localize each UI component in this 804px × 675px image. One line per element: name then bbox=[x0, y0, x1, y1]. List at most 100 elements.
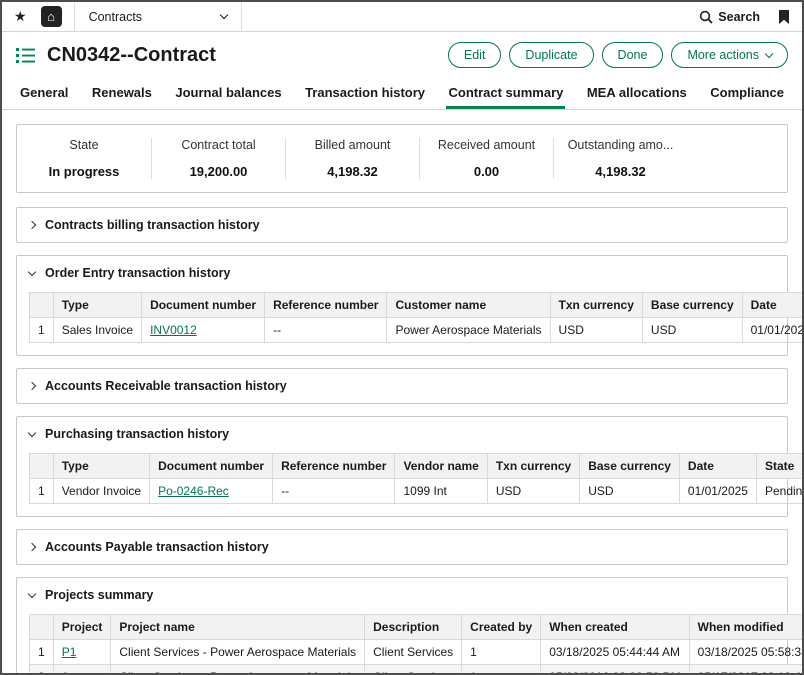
column-header[interactable] bbox=[30, 454, 54, 479]
record-link[interactable]: P1 bbox=[62, 645, 77, 659]
table-cell: 01/01/2025 bbox=[679, 479, 756, 504]
summary-label: Billed amount bbox=[292, 138, 413, 152]
summary-value: In progress bbox=[23, 164, 145, 179]
duplicate-button[interactable]: Duplicate bbox=[509, 42, 593, 68]
table-row: 1Vendor InvoicePo-0246-Rec--1099 IntUSDU… bbox=[30, 479, 803, 504]
module-selector[interactable]: Contracts bbox=[74, 2, 242, 32]
column-header[interactable]: Project bbox=[53, 615, 111, 640]
tab-journal-balances[interactable]: Journal balances bbox=[173, 76, 283, 109]
column-header[interactable]: Reference number bbox=[265, 293, 387, 318]
chevron-down-icon bbox=[765, 49, 773, 57]
table-cell: 05/17/2017 03:18:43 AM bbox=[689, 665, 802, 673]
chevron-down-icon bbox=[219, 11, 227, 19]
section-toggle-projects-summary[interactable]: Projects summary bbox=[17, 578, 787, 612]
summary-value: 4,198.32 bbox=[560, 164, 681, 179]
section-toggle-order-entry[interactable]: Order Entry transaction history bbox=[17, 256, 787, 290]
more-actions-button[interactable]: More actions bbox=[671, 42, 788, 68]
column-header[interactable]: When created bbox=[541, 615, 689, 640]
table-cell: 8 bbox=[53, 665, 111, 673]
purchasing-table: TypeDocument numberReference numberVendo… bbox=[17, 451, 787, 516]
chevron-down-icon bbox=[28, 429, 36, 437]
column-header[interactable] bbox=[30, 293, 54, 318]
column-header[interactable]: Date bbox=[742, 293, 802, 318]
column-header[interactable]: Type bbox=[53, 293, 141, 318]
column-header[interactable]: Reference number bbox=[273, 454, 395, 479]
table-row: 28Client Services - Power Aerospace Mate… bbox=[30, 665, 803, 673]
tab-compliance[interactable]: Compliance bbox=[708, 76, 786, 109]
column-header[interactable]: Vendor name bbox=[395, 454, 487, 479]
data-table: TypeDocument numberReference numberVendo… bbox=[29, 453, 802, 504]
table-cell: USD bbox=[487, 479, 579, 504]
column-header[interactable]: Date bbox=[679, 454, 756, 479]
table-cell: -- bbox=[273, 479, 395, 504]
tab-mea-allocations[interactable]: MEA allocations bbox=[585, 76, 689, 109]
table-cell: 1099 Int bbox=[395, 479, 487, 504]
column-header[interactable]: When modified bbox=[689, 615, 802, 640]
edit-button[interactable]: Edit bbox=[448, 42, 502, 68]
column-header[interactable]: Document number bbox=[150, 454, 273, 479]
section-toggle-purchasing[interactable]: Purchasing transaction history bbox=[17, 417, 787, 451]
summary-state: State In progress bbox=[17, 138, 151, 179]
record-link[interactable]: INV0012 bbox=[150, 323, 197, 337]
column-header[interactable]: Txn currency bbox=[487, 454, 579, 479]
section-title: Projects summary bbox=[45, 588, 153, 602]
table-cell: 1 bbox=[462, 640, 541, 665]
column-header[interactable] bbox=[30, 615, 54, 640]
tab-transaction-history[interactable]: Transaction history bbox=[303, 76, 427, 109]
column-header[interactable]: Base currency bbox=[580, 454, 680, 479]
chevron-right-icon bbox=[28, 382, 36, 390]
table-cell: Vendor Invoice bbox=[53, 479, 149, 504]
tab-bar: General Renewals Journal balances Transa… bbox=[2, 76, 802, 110]
bookmark-icon[interactable] bbox=[778, 9, 790, 25]
record-link[interactable]: Po-0246-Rec bbox=[158, 484, 229, 498]
column-header[interactable]: Project name bbox=[111, 615, 365, 640]
column-header[interactable]: Base currency bbox=[642, 293, 742, 318]
order-entry-table: TypeDocument numberReference numberCusto… bbox=[17, 290, 787, 355]
summary-contract-total: Contract total 19,200.00 bbox=[151, 138, 285, 179]
table-cell: -- bbox=[265, 318, 387, 343]
column-header[interactable]: Txn currency bbox=[550, 293, 642, 318]
table-cell: Sales Invoice bbox=[53, 318, 141, 343]
column-header[interactable]: Type bbox=[53, 454, 149, 479]
done-button[interactable]: Done bbox=[602, 42, 664, 68]
record-header: CN0342--Contract Edit Duplicate Done Mor… bbox=[2, 32, 802, 76]
app-window: ★ ⌂ Contracts Search bbox=[0, 0, 804, 675]
table-cell: 1 bbox=[30, 318, 54, 343]
tab-renewals[interactable]: Renewals bbox=[90, 76, 154, 109]
section-contracts-billing: Contracts billing transaction history bbox=[16, 207, 788, 243]
edit-button-label: Edit bbox=[464, 47, 486, 63]
table-cell: USD bbox=[642, 318, 742, 343]
list-icon[interactable] bbox=[16, 47, 35, 64]
column-header[interactable]: Created by bbox=[462, 615, 541, 640]
tab-contract-summary[interactable]: Contract summary bbox=[446, 76, 565, 109]
table-cell: 03/18/2025 05:44:44 AM bbox=[541, 640, 689, 665]
column-header[interactable]: Customer name bbox=[387, 293, 550, 318]
more-actions-label: More actions bbox=[687, 47, 759, 63]
data-table: ProjectProject nameDescriptionCreated by… bbox=[29, 614, 802, 673]
record-link[interactable]: 8 bbox=[62, 670, 69, 673]
summary-value: 4,198.32 bbox=[292, 164, 413, 179]
section-toggle-accounts-payable[interactable]: Accounts Payable transaction history bbox=[17, 530, 787, 564]
section-toggle-accounts-receivable[interactable]: Accounts Receivable transaction history bbox=[17, 369, 787, 403]
data-table: TypeDocument numberReference numberCusto… bbox=[29, 292, 802, 343]
search-icon bbox=[699, 10, 713, 24]
column-header[interactable]: Document number bbox=[142, 293, 265, 318]
section-toggle-contracts-billing[interactable]: Contracts billing transaction history bbox=[17, 208, 787, 242]
search-button[interactable]: Search bbox=[699, 10, 760, 24]
search-label: Search bbox=[718, 10, 760, 24]
chevron-right-icon bbox=[28, 221, 36, 229]
tab-general[interactable]: General bbox=[18, 76, 70, 109]
column-header[interactable]: Description bbox=[365, 615, 462, 640]
column-header[interactable]: State bbox=[756, 454, 802, 479]
home-icon[interactable]: ⌂ bbox=[41, 6, 62, 27]
chevron-right-icon bbox=[28, 543, 36, 551]
favorite-star-icon[interactable]: ★ bbox=[14, 8, 27, 25]
summary-label: Outstanding amo... bbox=[560, 138, 681, 152]
table-cell: 01/01/2025 bbox=[742, 318, 802, 343]
section-purchasing: Purchasing transaction history TypeDocum… bbox=[16, 416, 788, 517]
module-selector-label: Contracts bbox=[89, 10, 143, 24]
section-order-entry: Order Entry transaction history TypeDocu… bbox=[16, 255, 788, 356]
section-title: Contracts billing transaction history bbox=[45, 218, 260, 232]
chevron-down-icon bbox=[28, 268, 36, 276]
section-projects-summary: Projects summary ProjectProject nameDesc… bbox=[16, 577, 788, 673]
